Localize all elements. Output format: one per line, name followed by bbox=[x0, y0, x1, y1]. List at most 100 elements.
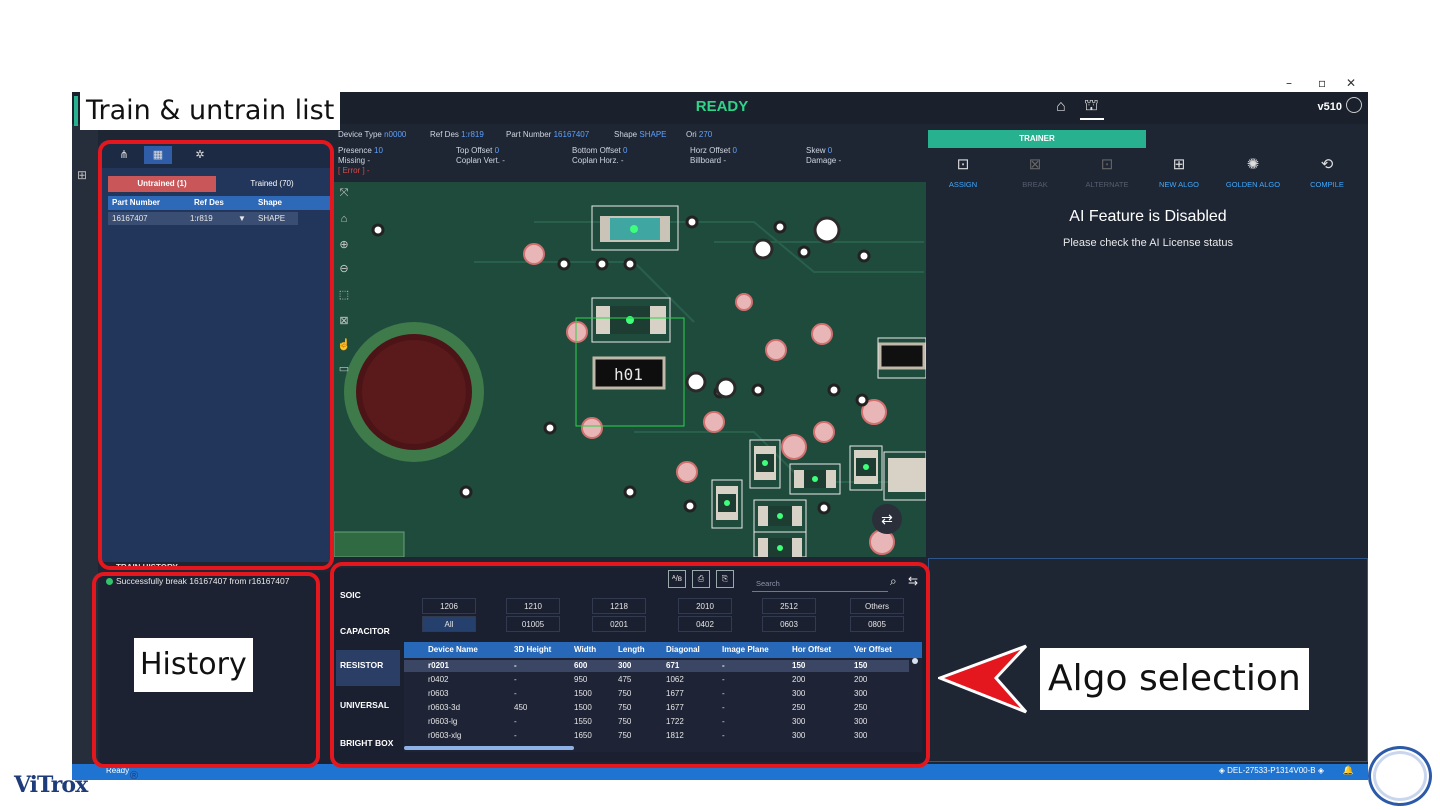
home-view-icon[interactable]: ⌂ bbox=[337, 212, 351, 226]
label: Damage bbox=[806, 156, 837, 165]
info-shape: Shape SHAPE bbox=[614, 130, 667, 139]
value: - bbox=[838, 156, 842, 165]
user-icon[interactable] bbox=[1346, 97, 1362, 113]
assign-label: ASSIGN bbox=[948, 180, 978, 189]
accent-marker bbox=[74, 96, 78, 126]
golden-algo-button[interactable]: ✺ GOLDEN ALGO bbox=[1218, 150, 1288, 198]
label: Part Number bbox=[506, 130, 552, 139]
break-button[interactable]: ⊠ BREAK bbox=[1000, 150, 1070, 198]
zoom-out-icon[interactable]: ⊖ bbox=[337, 262, 351, 276]
value: - bbox=[367, 156, 371, 165]
swap-icon[interactable]: ⇄ bbox=[872, 504, 902, 534]
value: - bbox=[723, 156, 727, 165]
label: Coplan Vert. bbox=[456, 156, 501, 165]
info-error: [ Error ] - bbox=[338, 166, 370, 175]
arrow-icon bbox=[938, 644, 1028, 714]
trainer-header: TRAINER bbox=[928, 130, 1146, 148]
info-horz-offset: Horz Offset 0 bbox=[690, 146, 737, 155]
circle-decoration bbox=[1368, 746, 1432, 806]
minimize-button[interactable]: – bbox=[1286, 76, 1292, 90]
select-region-icon[interactable]: ⬚ bbox=[337, 288, 351, 302]
label: Coplan Horz. bbox=[572, 156, 619, 165]
hierarchy-icon[interactable]: ⊞ bbox=[77, 168, 87, 182]
value: 0 bbox=[732, 146, 737, 155]
info-billboard: Billboard - bbox=[690, 156, 726, 165]
machine-id-text: DEL-27533-P1314V00-B bbox=[1227, 766, 1316, 775]
label: Ref Des bbox=[430, 130, 459, 139]
info-top-offset: Top Offset 0 bbox=[456, 146, 499, 155]
value: - bbox=[366, 166, 370, 175]
label: [ Error ] bbox=[338, 166, 365, 175]
maximize-button[interactable]: ▫ bbox=[1318, 76, 1326, 90]
new-algo-icon: ⊞ bbox=[1172, 156, 1186, 173]
label: Top Offset bbox=[456, 146, 493, 155]
annotation-train-list: Train & untrain list bbox=[80, 92, 341, 130]
value: - bbox=[502, 156, 505, 165]
break-label: BREAK bbox=[1022, 180, 1048, 189]
info-damage: Damage - bbox=[806, 156, 841, 165]
measure-icon[interactable]: ⊠ bbox=[337, 314, 351, 328]
image-toolbar: ⤧ ⌂ ⊕ ⊖ ⬚ ⊠ ☝ ▭ bbox=[334, 182, 354, 382]
value: 0 bbox=[494, 146, 500, 155]
compile-icon: ⟲ bbox=[1320, 156, 1334, 173]
value: 10 bbox=[374, 146, 383, 155]
trainer-icon[interactable]: ⛫ bbox=[1084, 96, 1099, 116]
ai-disabled-title: AI Feature is Disabled bbox=[1069, 208, 1227, 225]
pcb-image-viewer[interactable]: h01 bbox=[334, 182, 926, 557]
assign-button[interactable]: ⊡ ASSIGN bbox=[928, 150, 998, 198]
annotation-algo: Algo selection bbox=[1040, 648, 1309, 710]
home-icon[interactable]: ⌂ bbox=[1056, 98, 1066, 116]
registered-mark: ® bbox=[130, 770, 139, 782]
label: Ori bbox=[686, 130, 697, 139]
info-coplan-vert: Coplan Vert. - bbox=[456, 156, 505, 165]
pan-icon[interactable]: ☝ bbox=[337, 338, 351, 352]
value: 1:r819 bbox=[461, 130, 484, 139]
active-tab-indicator bbox=[1080, 118, 1104, 120]
break-icon: ⊠ bbox=[1028, 156, 1042, 173]
label: Device Type bbox=[338, 130, 382, 139]
label: Horz Offset bbox=[690, 146, 731, 155]
slide: – ▫ ✕ READY ⌂ ⛫ v510 ⊞ ⋔ ▦ ✲ Untrained (… bbox=[0, 0, 1440, 810]
label: Billboard bbox=[690, 156, 722, 165]
annotation-history: History bbox=[134, 638, 253, 692]
compile-button[interactable]: ⟲ COMPILE bbox=[1292, 150, 1362, 198]
display-icon[interactable]: ▭ bbox=[337, 362, 351, 376]
fit-icon[interactable]: ⤧ bbox=[337, 186, 351, 200]
close-button[interactable]: ✕ bbox=[1346, 76, 1356, 90]
assign-icon: ⊡ bbox=[956, 156, 970, 173]
status-ready: READY bbox=[695, 98, 749, 115]
info-bottom-offset: Bottom Offset 0 bbox=[572, 146, 627, 155]
label: Missing bbox=[338, 156, 366, 165]
version-label: v510 bbox=[1317, 101, 1342, 113]
highlight-algo bbox=[330, 562, 930, 768]
value: n0000 bbox=[384, 130, 407, 139]
info-part-number: Part Number 16167407 bbox=[506, 130, 589, 139]
new-algo-label: NEW ALGO bbox=[1158, 180, 1199, 189]
compile-label: COMPILE bbox=[1310, 180, 1344, 189]
trainer-toolbar: ⊡ ASSIGN ⊠ BREAK ⊡ ALTERNATE ⊞ NEW ALGO ✺ GOL… bbox=[928, 150, 1368, 198]
pcb-image: h01 bbox=[334, 182, 926, 557]
value: 0 bbox=[623, 146, 628, 155]
machine-id: ◈ DEL-27533-P1314V00-B ◈ bbox=[1218, 766, 1324, 775]
zoom-in-icon[interactable]: ⊕ bbox=[337, 238, 351, 252]
label: Skew bbox=[806, 146, 826, 155]
value: - bbox=[620, 156, 624, 165]
vitrox-logo: ViTrox bbox=[14, 772, 88, 798]
alternate-label: ALTERNATE bbox=[1085, 180, 1129, 189]
golden-algo-icon: ✺ bbox=[1246, 156, 1260, 173]
highlight-train-list bbox=[98, 140, 334, 570]
label: Bottom Offset bbox=[572, 146, 621, 155]
svg-text:h01: h01 bbox=[614, 365, 643, 384]
alternate-button[interactable]: ⊡ ALTERNATE bbox=[1072, 150, 1142, 198]
alternate-icon: ⊡ bbox=[1100, 156, 1114, 173]
info-device-type: Device Type n0000 bbox=[338, 130, 406, 139]
bell-icon[interactable]: 🔔 bbox=[1343, 765, 1354, 776]
value: 0 bbox=[827, 146, 833, 155]
value: 16167407 bbox=[553, 130, 590, 139]
value: 270 bbox=[698, 130, 713, 139]
value: SHAPE bbox=[639, 130, 667, 139]
info-ref-des: Ref Des 1:r819 bbox=[430, 130, 484, 139]
golden-algo-label: GOLDEN ALGO bbox=[1225, 180, 1281, 189]
new-algo-button[interactable]: ⊞ NEW ALGO bbox=[1144, 150, 1214, 198]
ai-disabled-subtitle: Please check the AI License status bbox=[1063, 237, 1233, 249]
